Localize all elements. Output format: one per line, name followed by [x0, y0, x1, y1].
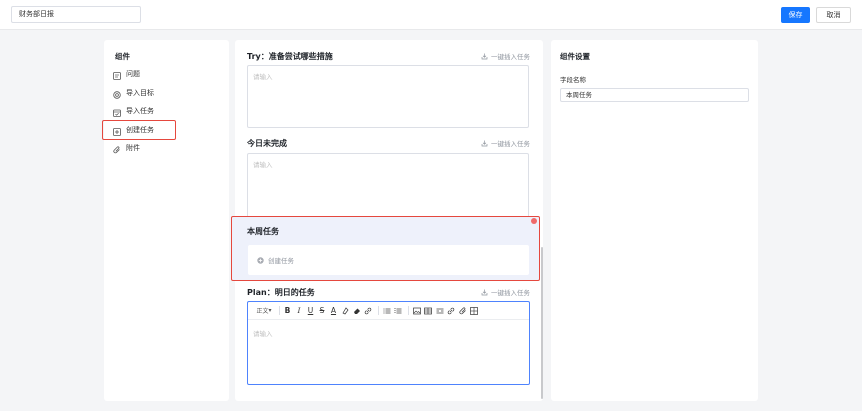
question-icon: [113, 70, 121, 80]
grid-icon[interactable]: [469, 306, 479, 316]
italic-icon[interactable]: I: [294, 306, 304, 316]
bullet-list-icon[interactable]: [382, 306, 392, 316]
component-item-label: 导入任务: [126, 107, 154, 115]
active-component-highlight: [102, 120, 176, 140]
editor-toolbar: 正文 ▾ B I U S A: [248, 302, 529, 320]
insert-label: 一键插入任务: [491, 53, 530, 61]
component-item-question[interactable]: 问题: [113, 66, 140, 82]
section-title-unfinished: 今日未完成: [247, 139, 287, 148]
editor-placeholder: 请输入: [253, 330, 273, 338]
component-panel: 组件 问题 导入目标 导入任务 创建任务 附件: [104, 40, 229, 401]
component-item-attachment[interactable]: 附件: [113, 140, 140, 156]
insert-icon: [481, 140, 488, 146]
strikethrough-icon[interactable]: S: [317, 306, 327, 316]
divider-icon[interactable]: [435, 306, 445, 316]
attachment-icon[interactable]: [458, 306, 468, 316]
component-item-label: 问题: [126, 70, 140, 78]
placeholder-text: 请输入: [253, 73, 273, 81]
paperclip-icon: [113, 144, 121, 154]
insert-icon: [481, 53, 488, 59]
one-click-insert-button[interactable]: 一键插入任务: [481, 51, 530, 61]
insert-label: 一键插入任务: [491, 289, 530, 297]
paragraph-style-select[interactable]: 正文 ▾: [254, 306, 274, 316]
table-icon[interactable]: [423, 306, 433, 316]
highlight-icon[interactable]: [340, 306, 350, 316]
component-item-label: 附件: [126, 144, 140, 152]
create-task-label: 创建任务: [268, 257, 294, 265]
one-click-insert-button[interactable]: 一键插入任务: [481, 287, 530, 297]
component-panel-title: 组件: [115, 52, 130, 61]
underline-icon[interactable]: U: [306, 306, 316, 316]
cancel-button[interactable]: 取消: [816, 7, 851, 23]
toolbar-divider: [278, 306, 280, 315]
section-title-try: Try：准备尝试哪些措施: [247, 52, 333, 61]
component-item-label: 导入目标: [126, 89, 154, 97]
insert-icon: [481, 289, 488, 295]
create-task-button[interactable]: 创建任务: [257, 255, 294, 265]
component-item-import-task[interactable]: 导入任务: [113, 103, 154, 119]
unfinished-textarea[interactable]: 请输入: [247, 153, 529, 223]
placeholder-text: 请输入: [253, 161, 273, 169]
insert-label: 一键插入任务: [491, 140, 530, 148]
hyperlink-icon[interactable]: [446, 306, 456, 316]
field-name-label: 字段名称: [560, 76, 586, 84]
one-click-insert-button[interactable]: 一键插入任务: [481, 138, 530, 148]
try-textarea[interactable]: 请输入: [247, 65, 529, 128]
calendar-icon: [113, 107, 121, 117]
toolbar-divider: [407, 306, 409, 315]
numbered-list-icon[interactable]: [393, 306, 403, 316]
component-item-import-goal[interactable]: 导入目标: [113, 85, 154, 101]
bold-icon[interactable]: B: [283, 306, 293, 316]
form-scrollbar[interactable]: [541, 247, 543, 399]
link-icon[interactable]: [363, 306, 373, 316]
settings-panel-title: 组件设置: [560, 52, 590, 61]
section-title-plan: Plan：明日的任务: [247, 288, 315, 297]
weekly-task-title: 本周任务: [247, 227, 279, 236]
remove-block-icon[interactable]: [531, 218, 537, 224]
plus-circle-icon: [257, 256, 264, 264]
toolbar-divider: [377, 306, 379, 315]
target-icon: [113, 89, 121, 99]
eraser-icon[interactable]: [352, 306, 362, 316]
settings-panel: 组件设置 字段名称 本周任务: [551, 40, 758, 401]
image-icon[interactable]: [412, 306, 422, 316]
plan-rich-editor[interactable]: 正文 ▾ B I U S A 请输入: [247, 301, 530, 385]
field-name-input[interactable]: 本周任务: [560, 88, 749, 102]
report-title-input[interactable]: 财务部日报: [11, 6, 141, 23]
top-bar: 财务部日报 保存 取消: [0, 0, 862, 30]
font-color-icon[interactable]: A: [329, 306, 339, 316]
save-button[interactable]: 保存: [781, 7, 810, 23]
weekly-task-content: 创建任务: [248, 245, 529, 275]
